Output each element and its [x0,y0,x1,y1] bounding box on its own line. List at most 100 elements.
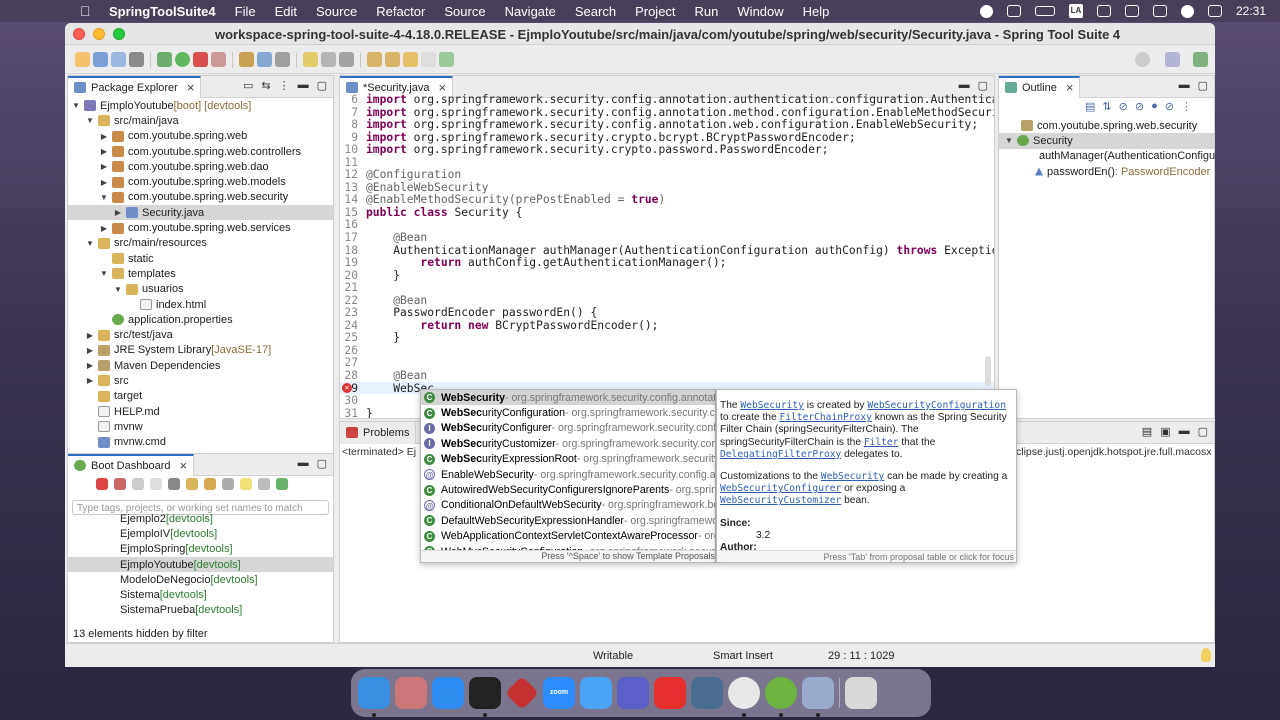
open-type-icon[interactable] [275,52,290,67]
display-console-icon[interactable]: ▤ [1142,425,1152,438]
collapse-all-icon[interactable]: ▤ [1085,100,1095,113]
doc-link[interactable]: WebSecurityConfigurer [720,483,841,494]
terminal-app-icon[interactable] [469,677,501,717]
hide-static-icon[interactable]: ⊘ [1135,100,1144,113]
app-store-icon[interactable] [432,677,464,709]
list-item[interactable]: Ejemplo2 [devtools] [68,511,333,526]
completion-item[interactable]: @ ConditionalOnDefaultWebSecurity - org.s… [421,498,715,513]
chevron-right-icon[interactable]: ▶ [84,346,96,355]
chrome-icon[interactable] [728,677,760,717]
completion-item[interactable]: I WebSec urityConfigurer - org.springframe… [421,421,715,436]
code-editor[interactable]: 6 import org.springframework.security.con… [340,93,994,418]
apple-icon[interactable]:  [80,3,102,19]
tree-item-package[interactable]: ▶ com.youtube.spring.web [68,129,333,144]
properties-icon[interactable] [222,478,234,490]
wifi-icon[interactable] [1152,5,1167,17]
tree-item-application-properties[interactable]: application.properties [68,312,333,327]
tree-item-package[interactable]: ▶ com.youtube.spring.web.services [68,220,333,235]
menu-help[interactable]: Help [803,4,830,19]
chevron-right-icon[interactable]: ▶ [98,178,110,187]
bluetooth-icon[interactable] [1096,5,1111,17]
doc-link[interactable]: WebSecurityCustomizer [720,495,841,506]
tree-item-project[interactable]: ▼ EjmploYoutube [boot] [devtools] [68,98,333,113]
error-marker-icon[interactable]: ✕ [342,382,352,393]
tree-item-usuarios[interactable]: ▼ usuarios [68,282,333,297]
debug-icon[interactable] [132,478,144,490]
minimize-icon[interactable]: ▬ [1179,79,1190,92]
hide-local-types-icon[interactable]: ⊘ [1165,100,1174,113]
doc-link[interactable]: Filter [864,437,899,448]
doc-link[interactable]: WebSecurity [821,471,885,482]
menu-refactor[interactable]: Refactor [376,4,425,19]
maximize-icon[interactable]: ▢ [1198,425,1208,438]
battery-icon[interactable] [1034,6,1055,16]
list-item-selected[interactable]: EjmploYoutube [devtools] [68,556,333,573]
menu-app-name[interactable]: SpringToolSuite4 [109,4,216,19]
completion-item[interactable]: C WebApplicationContextServletContextAwar… [421,529,715,544]
chevron-right-icon[interactable]: ▶ [84,376,96,385]
tree-item-target[interactable]: target [68,389,333,404]
minimize-icon[interactable]: ▬ [1179,425,1190,438]
minimize-icon[interactable]: ▬ [959,79,970,92]
hide-fields-icon[interactable]: ⊘ [1119,100,1128,113]
tree-item-package[interactable]: ▶ com.youtube.spring.web.models [68,174,333,189]
stop-icon[interactable] [193,52,208,67]
list-item[interactable]: ModeloDeNegocio [devtools] [68,572,333,587]
git-client-icon[interactable] [505,676,539,710]
tab-outline[interactable]: Outline × [999,75,1081,98]
outline-item-method[interactable]: authManager(AuthenticationConfiguration) [999,149,1215,164]
doc-link[interactable]: FilterChainProxy [779,412,871,423]
chevron-right-icon[interactable]: ▶ [84,361,96,370]
minimize-icon[interactable]: ▬ [298,79,309,92]
menu-source-2[interactable]: Source [444,4,485,19]
tree-item-index-html[interactable]: index.html [68,297,333,312]
record-icon[interactable] [979,4,993,18]
search-icon[interactable] [1180,4,1194,18]
menu-search[interactable]: Search [575,4,616,19]
completion-item[interactable]: C WebSec urityConfiguration - org.springfr… [421,405,715,420]
run-icon[interactable] [175,52,190,67]
menu-project[interactable]: Project [635,4,675,19]
open-config-icon[interactable] [186,478,198,490]
maximize-icon[interactable]: ▢ [317,457,327,470]
paragraph-icon[interactable] [339,52,354,67]
editor-scrollbar[interactable] [985,356,991,386]
link-editor-icon[interactable]: ⇆ [261,79,270,92]
tree-item-security-java[interactable]: ▶ Security.java [68,205,333,221]
zoom-window-button[interactable] [113,27,125,40]
tree-item-package[interactable]: ▼ com.youtube.spring.web.security [68,190,333,205]
launchpad-icon[interactable] [395,677,427,709]
tree-item-package[interactable]: ▶ com.youtube.spring.web.controllers [68,144,333,159]
spring-tool-suite-icon[interactable] [765,677,797,717]
tab-problems[interactable]: Problems [340,421,417,444]
chevron-down-icon[interactable]: ▼ [1003,136,1015,145]
new-icon[interactable] [75,52,90,67]
trash-icon[interactable] [845,677,877,709]
doc-link[interactable]: DelegatingFilterProxy [720,449,841,460]
chevron-right-icon[interactable]: ▶ [112,208,124,217]
edit-icon[interactable] [204,478,216,490]
tree-item-templates[interactable]: ▼ templates [68,266,333,281]
chevron-right-icon[interactable]: ▶ [98,132,110,141]
list-item[interactable]: Sistema [devtools] [68,587,333,602]
anydesk-icon[interactable] [654,677,686,709]
minimize-icon[interactable]: ▬ [298,457,309,470]
doc-link[interactable]: WebSecurityConfiguration [867,400,1006,411]
menu-window[interactable]: Window [737,4,783,19]
minimize-window-button[interactable] [93,27,105,40]
control-center-icon[interactable] [1207,5,1222,17]
outline-item-package[interactable]: com.youtube.spring.web.security [999,118,1214,133]
screen-icon[interactable] [1006,5,1021,17]
input-source-icon[interactable]: LA [1068,4,1083,18]
perspective-spring-icon[interactable] [1193,52,1208,67]
completion-item[interactable]: @ EnableWebSecurity - org.springframework… [421,467,715,482]
chevron-right-icon[interactable]: ▶ [98,162,110,171]
previous-annotation-icon[interactable] [385,52,400,67]
chevron-right-icon[interactable]: ▶ [98,147,110,156]
add-icon[interactable] [276,478,288,490]
menu-source[interactable]: Source [316,4,357,19]
menu-run[interactable]: Run [695,4,719,19]
chevron-down-icon[interactable]: ▼ [112,285,124,294]
mute-icon[interactable] [1124,5,1139,17]
view-menu-icon[interactable]: ⋮ [1181,100,1192,113]
